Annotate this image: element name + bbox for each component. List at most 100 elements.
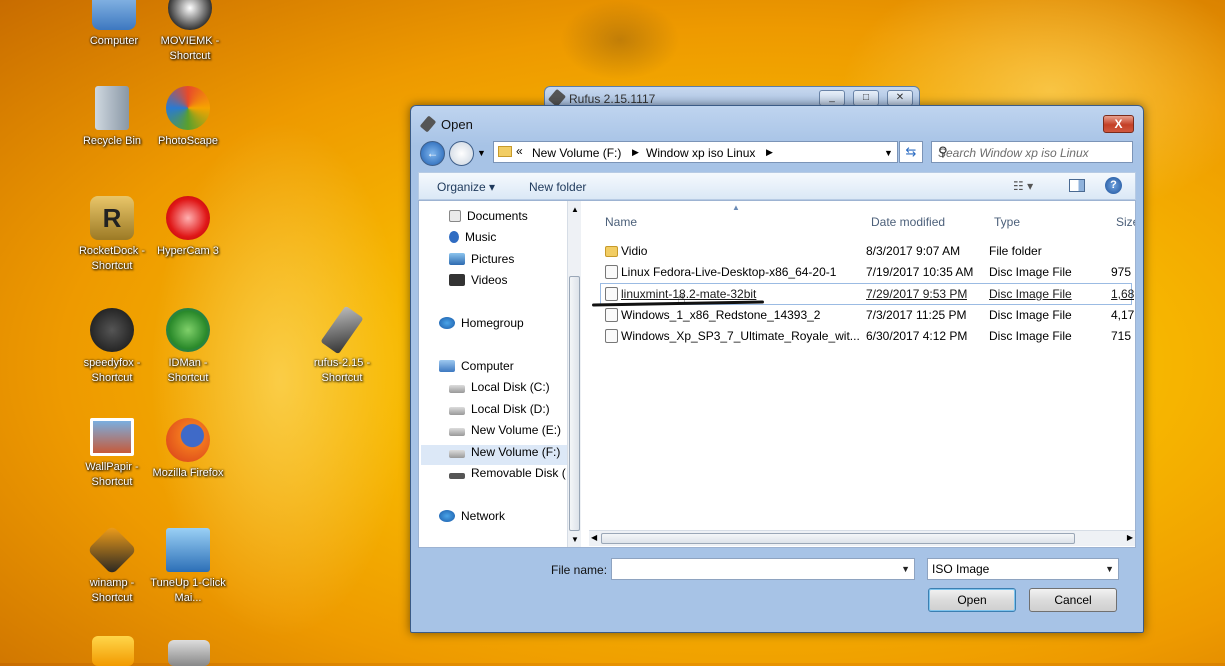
breadcrumb-separator-icon[interactable]: ▶ <box>632 147 639 158</box>
filter-dropdown-icon[interactable]: ▼ <box>1105 564 1114 574</box>
computer-icon <box>439 360 455 372</box>
back-button[interactable]: ← <box>420 141 445 166</box>
column-header-size[interactable]: Size <box>1116 215 1135 229</box>
desktop-icon-partial-1 <box>92 636 134 666</box>
dialog-title: Open <box>441 117 473 132</box>
scroll-left-icon[interactable]: ◀ <box>591 533 597 542</box>
videos-icon <box>449 274 465 286</box>
rufus-close-button[interactable]: ✕ <box>887 90 913 106</box>
refresh-button[interactable]: ⇆ <box>899 141 923 163</box>
drive-icon <box>449 428 465 436</box>
removable-drive-icon <box>449 473 465 479</box>
desktop-icon-moviemk[interactable]: MOVIEMK - Shortcut <box>152 0 228 64</box>
help-icon[interactable]: ? <box>1105 177 1122 194</box>
file-list: ▲ Name Date modified Type Size Vidio 8/3… <box>584 201 1135 529</box>
breadcrumb-drive[interactable]: New Volume (F:) <box>532 146 621 160</box>
address-bar[interactable]: « New Volume (F:) ▶ Window xp iso Linux … <box>493 141 898 163</box>
scrollbar-thumb[interactable] <box>601 533 1075 544</box>
nav-videos[interactable]: Videos <box>449 273 507 293</box>
download-globe-icon <box>166 308 210 352</box>
cancel-button[interactable]: Cancel <box>1029 588 1117 612</box>
nav-homegroup[interactable]: Homegroup <box>439 316 524 336</box>
column-header-name[interactable]: Name <box>605 215 637 229</box>
wallpaper-image-icon <box>90 418 134 456</box>
address-dropdown-icon[interactable]: ▼ <box>884 148 893 158</box>
desktop-icon-hypercam[interactable]: HyperCam 3 <box>150 196 226 259</box>
homegroup-icon <box>439 317 455 329</box>
scroll-right-icon[interactable]: ▶ <box>1127 533 1133 542</box>
view-options-icon[interactable]: ☷ ▾ <box>1013 179 1033 193</box>
preview-pane-icon[interactable] <box>1069 179 1085 192</box>
scroll-down-icon[interactable]: ▼ <box>571 535 579 544</box>
file-row-vidio[interactable]: Vidio 8/3/2017 9:07 AM File folder <box>601 241 1131 261</box>
breadcrumb-folder[interactable]: Window xp iso Linux <box>646 146 755 160</box>
nav-network[interactable]: Network <box>439 509 505 529</box>
desktop-icon-computer[interactable]: Computer <box>76 0 152 49</box>
desktop-icon-rufus[interactable]: rufus-2.15 - Shortcut <box>304 305 380 386</box>
file-name-label: File name: <box>551 563 608 577</box>
nav-computer[interactable]: Computer <box>439 359 514 379</box>
desktop-icon-tuneup[interactable]: TuneUp 1-Click Mai... <box>150 528 226 606</box>
desktop-icon-wallpapir[interactable]: WallPapir - Shortcut <box>74 418 150 490</box>
desktop-icon-recycle-bin[interactable]: Recycle Bin <box>74 86 150 149</box>
dialog-usb-icon <box>419 115 437 133</box>
command-toolbar: Organize ▾ New folder ☷ ▾ ? <box>418 172 1136 200</box>
disc-image-icon <box>605 308 618 322</box>
organize-menu[interactable]: Organize ▾ <box>437 180 495 194</box>
breadcrumb-separator-icon[interactable]: ▶ <box>766 147 773 158</box>
scrollbar-thumb[interactable] <box>569 276 580 531</box>
network-icon <box>439 510 455 522</box>
drive-icon <box>449 407 465 415</box>
disc-image-icon <box>605 287 618 301</box>
drive-icon <box>449 385 465 393</box>
firefox-icon <box>166 418 210 462</box>
speedometer-icon <box>90 308 134 352</box>
file-row-fedora[interactable]: Linux Fedora-Live-Desktop-x86_64-20-1 7/… <box>601 262 1131 282</box>
nav-new-volume-e[interactable]: New Volume (E:) <box>449 423 561 443</box>
hypercam-icon <box>166 196 210 240</box>
desktop-icon-firefox[interactable]: Mozilla Firefox <box>150 418 226 481</box>
nav-removable-disk[interactable]: Removable Disk ( <box>449 466 567 486</box>
nav-documents[interactable]: Documents <box>449 209 528 229</box>
file-row-windows-redstone[interactable]: Windows_1_x86_Redstone_14393_2 7/3/2017 … <box>601 305 1135 325</box>
desktop-icon-rocketdock[interactable]: R RocketDock - Shortcut <box>74 196 150 274</box>
disc-image-icon <box>605 329 618 343</box>
scroll-up-icon[interactable]: ▲ <box>571 205 579 214</box>
breadcrumb-overflow[interactable]: « <box>516 144 523 158</box>
nav-vertical-scrollbar[interactable]: ▲ ▼ <box>567 201 581 547</box>
folder-icon <box>498 146 512 157</box>
nav-local-disk-c[interactable]: Local Disk (C:) <box>449 380 550 400</box>
forward-button[interactable] <box>449 141 474 166</box>
usb-drive-icon <box>320 305 364 355</box>
nav-local-disk-d[interactable]: Local Disk (D:) <box>449 402 550 422</box>
file-list-horizontal-scrollbar[interactable]: ◀ ▶ <box>589 530 1135 546</box>
desktop-icon-winamp[interactable]: winamp - Shortcut <box>74 525 150 606</box>
rufus-maximize-button[interactable]: □ <box>853 90 879 106</box>
nav-new-volume-f[interactable]: New Volume (F:) <box>421 445 567 465</box>
disc-image-icon <box>605 265 618 279</box>
recycle-bin-icon <box>95 86 129 130</box>
pictures-icon <box>449 253 465 265</box>
search-box[interactable]: Search Window xp iso Linux ⚲ <box>931 141 1133 163</box>
recent-locations-chevron-icon[interactable]: ▼ <box>477 148 486 158</box>
dialog-close-button[interactable]: X <box>1103 115 1134 133</box>
refresh-icon: ⇆ <box>905 144 917 159</box>
new-folder-button[interactable]: New folder <box>529 180 586 194</box>
desktop-icon-photoscape[interactable]: PhotoScape <box>150 86 226 149</box>
music-icon <box>449 231 459 243</box>
file-name-dropdown-icon[interactable]: ▼ <box>901 564 910 574</box>
nav-music[interactable]: Music <box>449 230 496 250</box>
nav-pictures[interactable]: Pictures <box>449 252 514 272</box>
documents-icon <box>449 210 461 222</box>
column-header-date[interactable]: Date modified <box>871 215 945 229</box>
rufus-window-title: Rufus 2.15.1117 <box>569 92 656 106</box>
file-name-input[interactable]: ▼ <box>611 558 915 580</box>
desktop-icon-idman[interactable]: IDMan - Shortcut <box>150 308 226 386</box>
file-type-filter[interactable]: ISO Image ▼ <box>927 558 1119 580</box>
drive-icon <box>449 450 465 458</box>
open-button[interactable]: Open <box>928 588 1016 612</box>
column-header-type[interactable]: Type <box>994 215 1020 229</box>
rufus-minimize-button[interactable]: _ <box>819 90 845 106</box>
file-row-windows-xp[interactable]: Windows_Xp_SP3_7_Ultimate_Royale_wit... … <box>601 326 1131 346</box>
desktop-icon-speedyfox[interactable]: speedyfox - Shortcut <box>74 308 150 386</box>
